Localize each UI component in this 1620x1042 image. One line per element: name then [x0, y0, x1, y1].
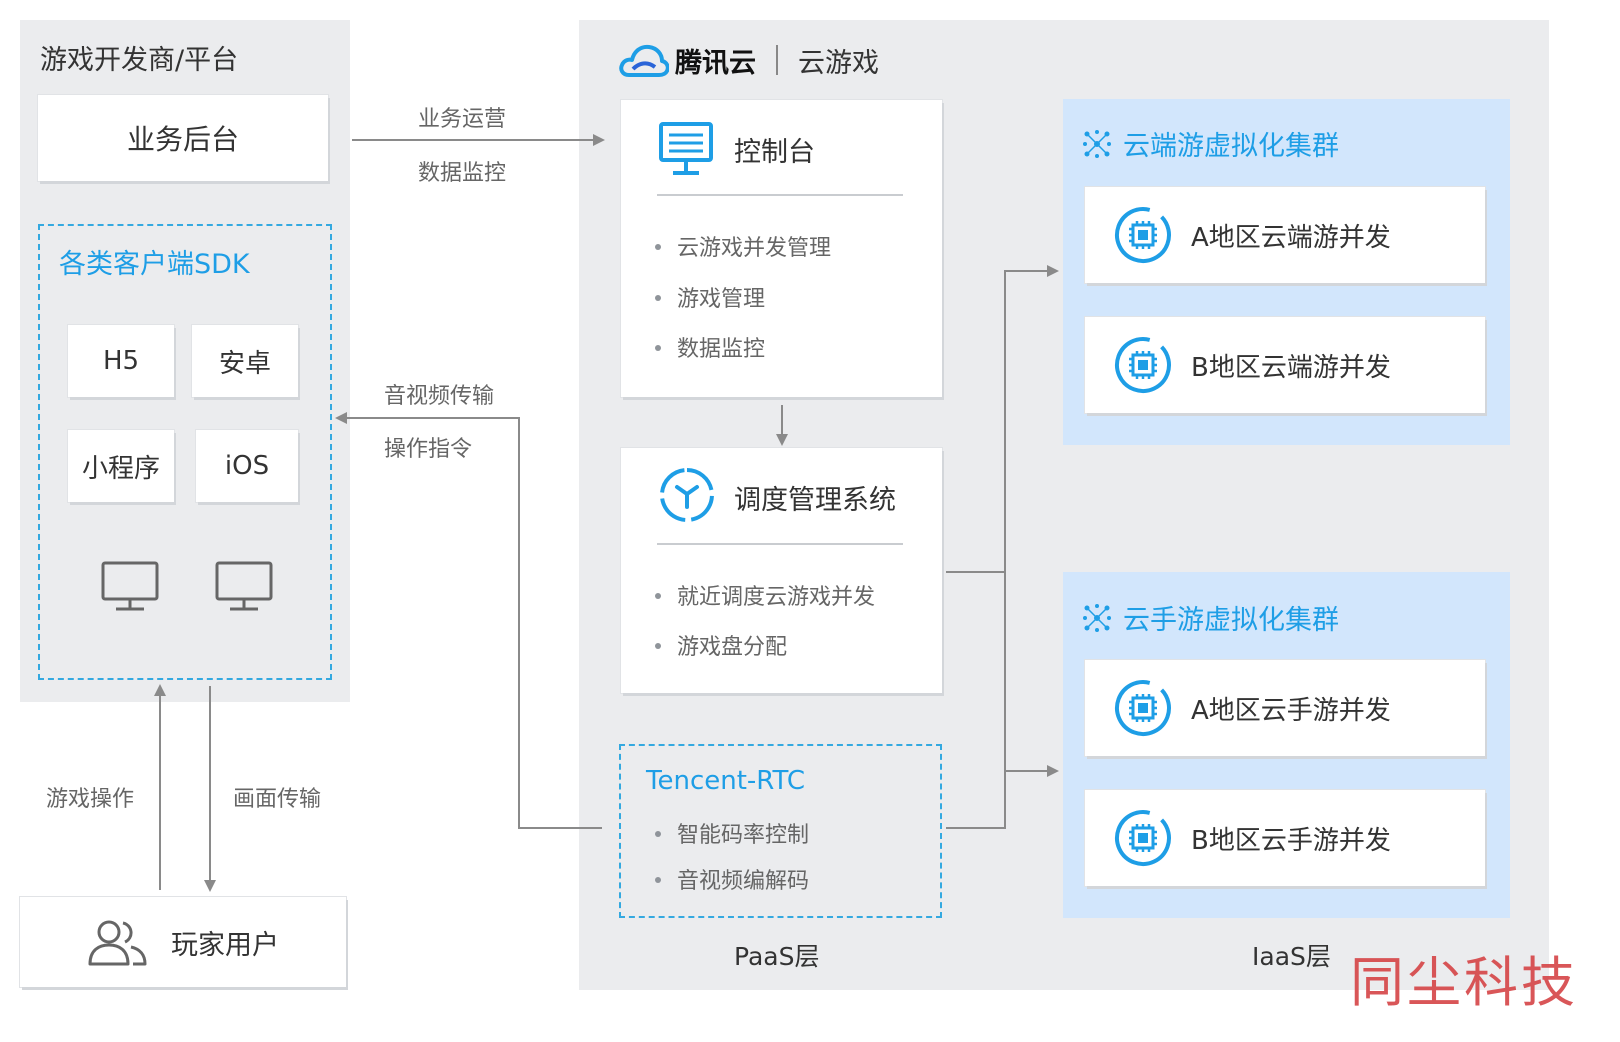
arrow-rtc-to-sdk	[335, 412, 602, 829]
connector-lines	[154, 134, 1059, 892]
link-label-biz-ops: 业务运营	[418, 107, 507, 132]
link-label-data-monitor: 数据监控	[418, 161, 507, 186]
link-label-game-ops: 游戏操作	[46, 787, 135, 812]
link-label-av-transfer: 音视频传输	[384, 384, 495, 409]
arrow-scheduler-to-pc-cluster	[946, 265, 1059, 573]
link-label-op-command: 操作指令	[384, 437, 473, 462]
watermark-text: 同尘科技	[1350, 951, 1578, 1014]
link-label-frame-transfer: 画面传输	[233, 787, 322, 812]
arrow-to-mobile-cluster	[946, 765, 1059, 829]
